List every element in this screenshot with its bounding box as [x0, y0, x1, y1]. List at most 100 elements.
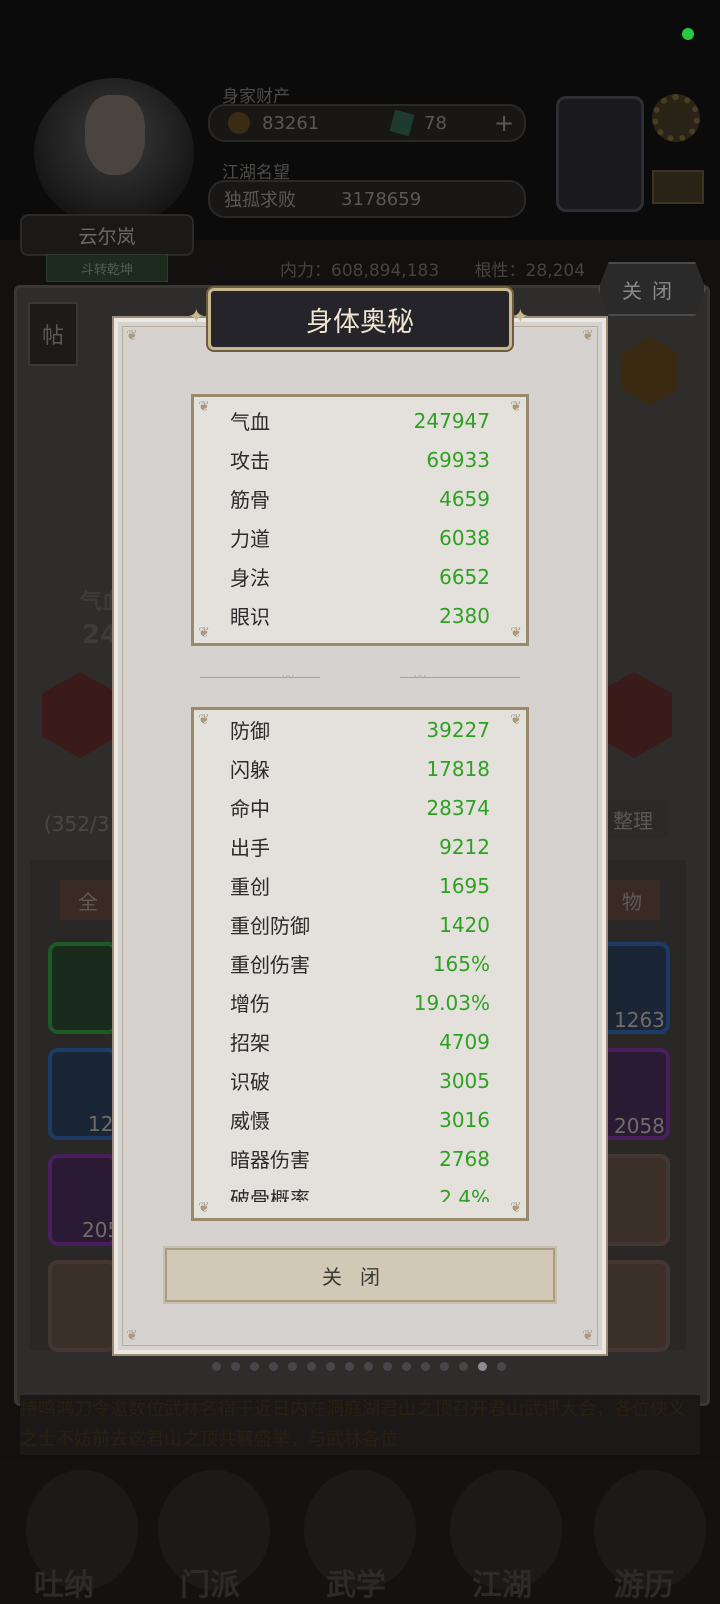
stat-name: 力道 — [230, 527, 270, 551]
stat-name: 气血 — [230, 410, 270, 434]
status-indicator-dot — [682, 28, 694, 40]
pager-dot[interactable] — [497, 1362, 506, 1371]
stat-name: 增伤 — [230, 992, 270, 1016]
stat-row: 增伤 19.03% — [230, 983, 490, 1022]
inventory-tile[interactable] — [596, 1260, 670, 1352]
stat-value: 6652 — [439, 564, 490, 589]
gold-coin-icon — [228, 112, 250, 134]
stat-name: 攻击 — [230, 449, 270, 473]
stat-name: 筋骨 — [230, 488, 270, 512]
stat-value: 17818 — [426, 756, 490, 781]
add-currency-button[interactable]: + — [494, 109, 514, 137]
nav-martial-arts-label: 武学 — [326, 1568, 386, 1603]
bottom-navigation: 吐纳 门派 武学 江湖 游历 — [0, 1460, 720, 1603]
corner-ornament-icon: ❦ — [126, 1328, 138, 1344]
stat-value: 28374 — [426, 795, 490, 820]
title-left-ornament-icon: ✦ — [188, 304, 205, 328]
pager-dot[interactable] — [307, 1362, 316, 1371]
pager-dot[interactable] — [212, 1362, 221, 1371]
pager-dot[interactable] — [459, 1362, 468, 1371]
inventory-tile[interactable] — [48, 1260, 118, 1352]
coins-value: 83261 — [262, 112, 320, 134]
inventory-tile[interactable]: 126 — [48, 1048, 126, 1140]
stat-row: 招架 4709 — [230, 1022, 490, 1061]
stat-row: 重创防御 1420 — [230, 905, 490, 944]
inventory-tile[interactable]: 2058 — [596, 1048, 670, 1140]
stat-row: 出手 9212 — [230, 827, 490, 866]
section-divider: 〰 〰 — [200, 670, 520, 684]
mail-icon[interactable] — [652, 170, 704, 204]
pager-dot[interactable] — [364, 1362, 373, 1371]
bag-count: (352/3 — [44, 812, 110, 836]
stat-row: 破骨概率 2.4% — [230, 1178, 490, 1203]
filter-all-tab[interactable]: 全 — [60, 880, 116, 920]
nav-sect-label: 门派 — [180, 1568, 240, 1603]
stat-value: 165% — [432, 951, 490, 976]
stat-value: 2768 — [439, 1146, 490, 1171]
stat-name: 威慑 — [230, 1109, 270, 1133]
stat-value: 19.03% — [413, 990, 490, 1015]
stat-row: 暗器伤害 2768 — [230, 1139, 490, 1178]
corner-ornament-icon: ❦ — [510, 399, 522, 415]
stat-row: 攻击 69933 — [230, 440, 490, 479]
stat-value: 2380 — [439, 603, 490, 628]
stat-value: 2.4% — [439, 1185, 490, 1203]
stat-name: 身法 — [230, 566, 270, 590]
pager-dot[interactable] — [231, 1362, 240, 1371]
close-button[interactable]: 关闭 — [163, 1246, 557, 1304]
corner-ornament-icon: ❦ — [198, 399, 210, 415]
corner-ornament-icon: ❦ — [510, 625, 522, 641]
inventory-tile[interactable]: 1263 — [596, 942, 670, 1034]
inventory-tile[interactable] — [48, 942, 118, 1034]
stat-row: 眼识 2380 — [230, 596, 490, 635]
pager-dot[interactable] — [345, 1362, 354, 1371]
stat-value: 6038 — [439, 525, 490, 550]
power-stats-strip: 内力：608,894,183 根性：28,204 — [280, 256, 585, 281]
pager-dot[interactable] — [288, 1362, 297, 1371]
pager-dot[interactable] — [326, 1362, 335, 1371]
avatar-face — [85, 95, 145, 175]
reputation-bar: 独孤求败 3178659 — [208, 180, 526, 218]
stat-name: 重创 — [230, 875, 270, 899]
stat-name: 重创伤害 — [230, 953, 310, 977]
secondary-stats-panel[interactable]: ❦ ❦ ❦ ❦ 防御 39227 闪躲 17818 命中 28374 出手 9212 重创 169… — [191, 707, 529, 1221]
inventory-tile[interactable]: 205 — [48, 1154, 120, 1246]
character-name: 云尔岚 — [20, 214, 194, 256]
pager-dot[interactable] — [383, 1362, 392, 1371]
reputation-value: 3178659 — [341, 188, 422, 210]
left-stat-value-fragment: 24 — [82, 620, 119, 650]
secondary-stats-scroll-area[interactable]: 防御 39227 闪躲 17818 命中 28374 出手 9212 重创 1695 重创防御 142… — [194, 710, 526, 1203]
pager-dot[interactable] — [478, 1362, 487, 1371]
stat-value: 39227 — [426, 717, 490, 742]
pager-dot[interactable] — [440, 1362, 449, 1371]
pager-dot[interactable] — [250, 1362, 259, 1371]
jade-icon — [389, 109, 415, 137]
stat-row: 气血 247947 — [230, 401, 490, 440]
character-title: 斗转乾坤 — [46, 254, 168, 282]
divider-line — [200, 677, 320, 678]
corner-ornament-icon: ❦ — [582, 328, 594, 344]
panel-close-button[interactable]: 关闭 — [598, 262, 706, 316]
filter-items-tab[interactable]: 物 — [604, 880, 660, 920]
stat-row: 重创 1695 — [230, 866, 490, 905]
stat-name: 破骨概率 — [230, 1187, 310, 1202]
nav-travel-label: 游历 — [614, 1568, 674, 1603]
divider-swirl-icon: 〰 — [282, 670, 295, 684]
pager-dot[interactable] — [421, 1362, 430, 1371]
currency-bar: 83261 78 + — [208, 104, 526, 142]
pager-dot[interactable] — [402, 1362, 411, 1371]
pager-dot[interactable] — [269, 1362, 278, 1371]
stat-value: 4659 — [439, 486, 490, 511]
tile-count: 2058 — [614, 1114, 665, 1138]
stat-name: 招架 — [230, 1031, 270, 1055]
stat-row: 力道 6038 — [230, 518, 490, 557]
sort-button[interactable]: 整理 — [598, 800, 668, 838]
stat-name: 眼识 — [230, 605, 270, 629]
stat-row: 闪躲 17818 — [230, 749, 490, 788]
inventory-tile[interactable] — [596, 1154, 670, 1246]
gear-icon[interactable] — [652, 94, 700, 142]
yin-yang-emblem-icon[interactable] — [556, 96, 644, 212]
post-button[interactable]: 帖 — [28, 302, 78, 366]
stat-value: 1695 — [439, 873, 490, 898]
divider-line — [400, 677, 520, 678]
